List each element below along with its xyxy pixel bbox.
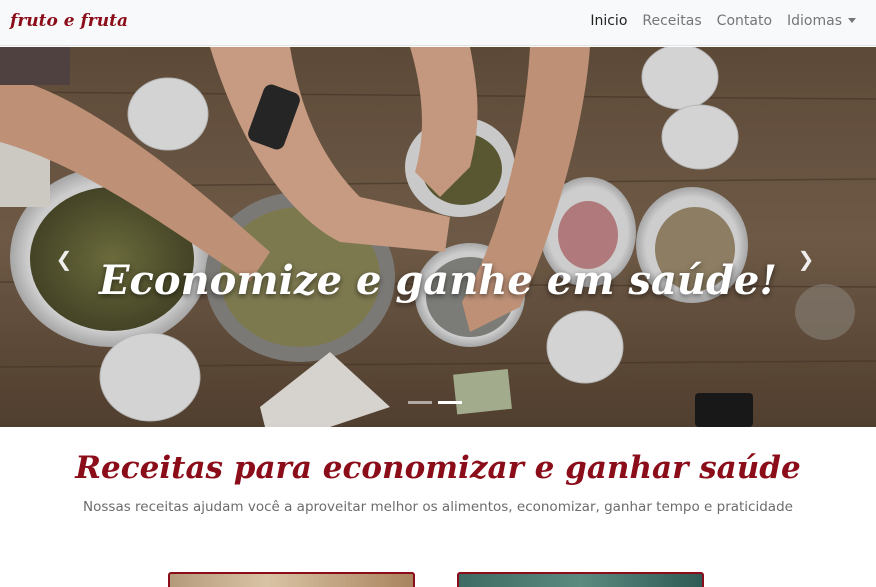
hero-caption: Economize e ganhe em saúde! xyxy=(99,257,777,304)
navbar: fruto e fruta Inicio Receitas Contato Id… xyxy=(0,0,876,46)
recipe-card-image[interactable] xyxy=(168,572,415,587)
hero-carousel: ❮ ❯ Economize e ganhe em saúde! xyxy=(0,47,876,427)
nav-item-idiomas-label: Idiomas xyxy=(787,13,842,29)
nav-item-inicio[interactable]: Inicio xyxy=(590,13,627,29)
recipe-card-image[interactable] xyxy=(457,572,704,587)
hero-image xyxy=(0,47,876,427)
carousel-indicator-2[interactable] xyxy=(438,401,462,404)
section-subtitle: Nossas receitas ajudam você a aproveitar… xyxy=(83,499,793,515)
nav-item-idiomas[interactable]: Idiomas xyxy=(787,13,856,29)
brand-logo[interactable]: fruto e fruta xyxy=(10,11,128,31)
nav-item-contato[interactable]: Contato xyxy=(717,13,772,29)
caret-down-icon xyxy=(848,18,856,23)
section-title: Receitas para economizar e ganhar saúde xyxy=(75,450,801,486)
carousel-indicator-1[interactable] xyxy=(408,401,432,404)
nav-menu: Inicio Receitas Contato Idiomas xyxy=(590,13,856,29)
nav-item-receitas[interactable]: Receitas xyxy=(642,13,701,29)
carousel-indicators xyxy=(408,401,462,404)
